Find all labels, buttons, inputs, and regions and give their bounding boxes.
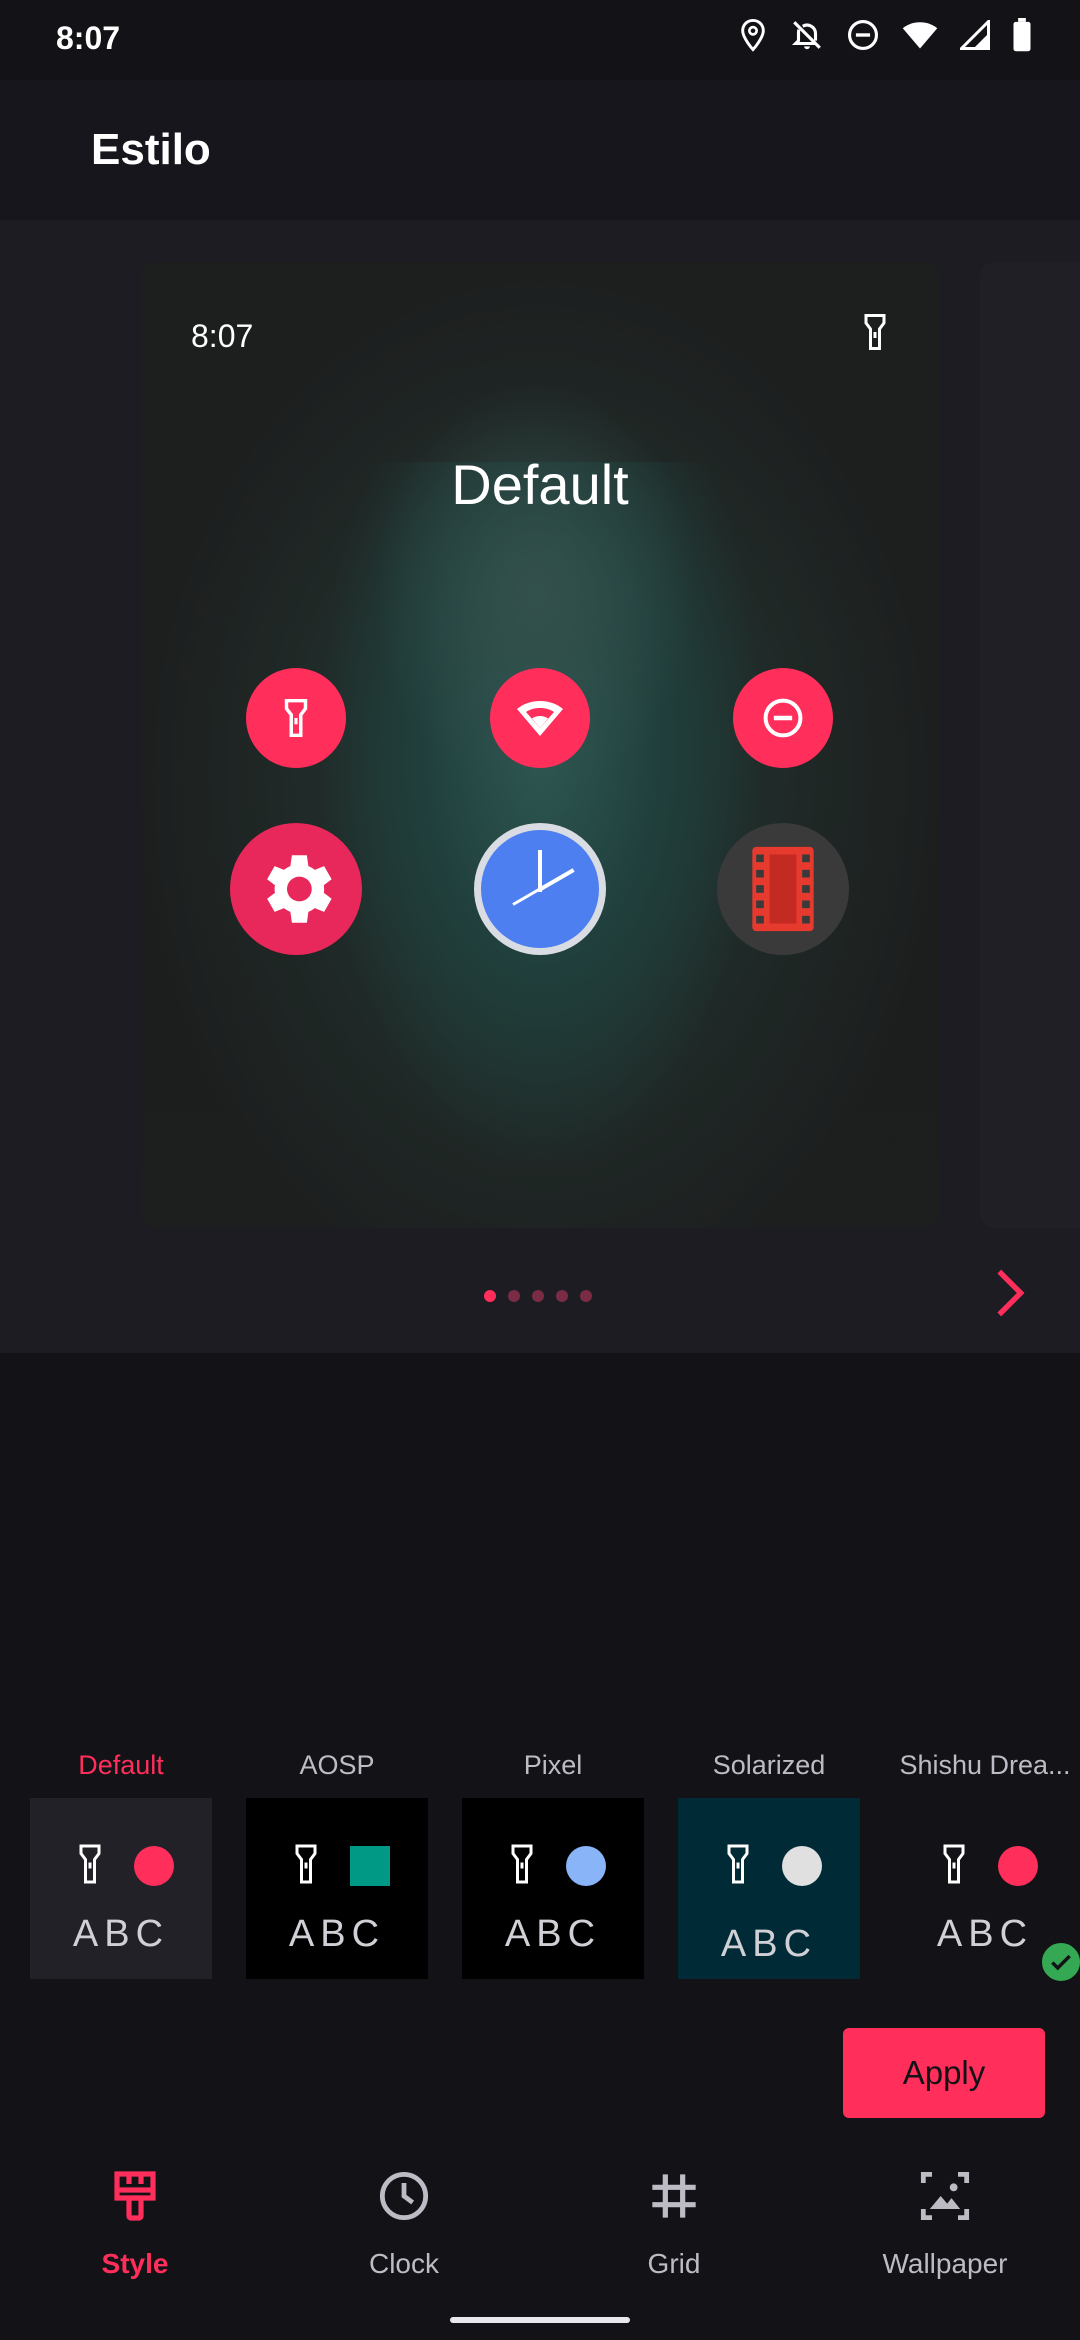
theme-option-tile[interactable]: ABC: [246, 1798, 428, 1979]
bottom-navigation: Style Clock Grid Wallpaper: [0, 2170, 1080, 2320]
video-app-icon: [717, 823, 849, 955]
status-bar: 8:07: [0, 0, 1080, 80]
page-dot-3: [532, 1290, 544, 1302]
flashlight-icon: [864, 314, 886, 350]
apply-button[interactable]: Apply: [843, 2028, 1045, 2118]
nav-item-label: Clock: [368, 2248, 439, 2279]
flashlight-icon: [943, 1844, 965, 1884]
grid-icon: [652, 2174, 696, 2218]
color-swatch: [566, 1846, 606, 1886]
do-not-disturb-icon: [763, 698, 803, 738]
theme-option-label: Solarized: [712, 1750, 826, 1780]
page-dot-1: [484, 1290, 496, 1302]
nav-item-wallpaper[interactable]: Wallpaper: [845, 2170, 1045, 2280]
battery-icon: [1013, 18, 1031, 52]
theme-option-tile[interactable]: ABC: [462, 1798, 644, 1979]
theme-option-tile[interactable]: ABC: [30, 1798, 212, 1979]
page-dot-2: [508, 1290, 520, 1302]
status-icons: [738, 18, 1032, 52]
theme-option-tile[interactable]: ABC: [678, 1798, 860, 1979]
status-time: 8:07: [56, 20, 121, 56]
color-swatch: [134, 1846, 174, 1886]
theme-option-label: Pixel: [523, 1750, 583, 1780]
chevron-right-icon[interactable]: [990, 1268, 1030, 1318]
theme-option-label: Default: [78, 1750, 164, 1780]
flashlight-icon: [511, 1844, 533, 1884]
wifi-icon: [902, 22, 938, 49]
page-dot-5: [580, 1290, 592, 1302]
qs-flashlight-button: [246, 668, 346, 768]
color-swatch: [998, 1846, 1038, 1886]
preview-title: Default: [451, 453, 629, 516]
alarm-off-icon: [791, 21, 821, 50]
nav-item-label: Grid: [647, 2248, 701, 2279]
wallpaper-icon: [920, 2171, 970, 2221]
nav-item-label: Style: [101, 2248, 169, 2279]
page-indicator: [484, 1290, 592, 1302]
font-sample: ABC: [720, 1923, 818, 1957]
preview-card[interactable]: 8:07 Default: [141, 262, 939, 1228]
settings-app-icon: [230, 823, 362, 955]
color-swatch: [350, 1846, 390, 1886]
theme-preview-carousel[interactable]: 8:07 Default: [0, 220, 1080, 1353]
font-sample: ABC: [72, 1913, 170, 1947]
page-title: Estilo: [91, 125, 211, 174]
font-sample: ABC: [288, 1913, 386, 1947]
next-preview-card[interactable]: [980, 262, 1080, 1228]
wifi-icon: [517, 701, 563, 736]
font-sample: ABC: [504, 1913, 602, 1955]
clock-face: [481, 830, 599, 948]
qs-wifi-button: [490, 668, 590, 768]
brush-icon: [114, 2171, 156, 2221]
location-icon: [741, 18, 765, 52]
theme-option-label: Shishu Drea...: [899, 1750, 1071, 1780]
flashlight-icon: [79, 1844, 101, 1884]
nav-item-label: Wallpaper: [882, 2248, 1008, 2279]
nav-item-style[interactable]: Style: [35, 2170, 235, 2280]
clock-app-icon: [474, 823, 606, 955]
page-dot-4: [556, 1290, 568, 1302]
flashlight-icon: [727, 1844, 749, 1884]
flashlight-icon: [284, 699, 308, 737]
qs-dnd-button: [733, 668, 833, 768]
clock-icon: [379, 2171, 429, 2221]
selected-check-icon: [1039, 1940, 1080, 1984]
app-bar: Estilo: [0, 80, 1080, 220]
nav-item-clock[interactable]: Clock: [304, 2170, 504, 2280]
preview-time: 8:07: [191, 318, 254, 354]
color-swatch: [782, 1846, 822, 1886]
signal-icon: [960, 20, 990, 50]
theme-option-label: AOSP: [299, 1750, 375, 1780]
home-indicator[interactable]: [450, 2317, 630, 2323]
do-not-disturb-icon: [847, 19, 879, 51]
nav-item-grid[interactable]: Grid: [574, 2170, 774, 2280]
flashlight-icon: [295, 1844, 317, 1884]
